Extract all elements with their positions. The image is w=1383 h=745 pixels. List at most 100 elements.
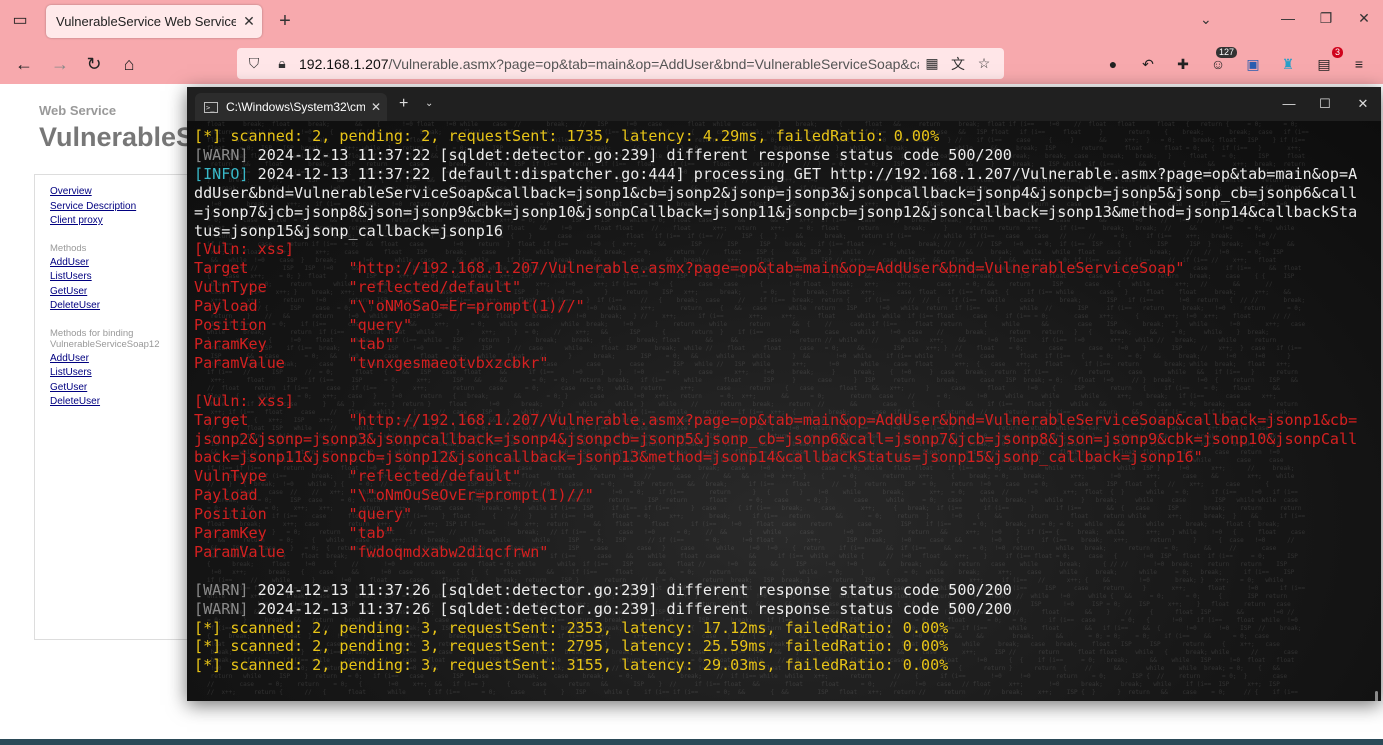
back-icon[interactable]: ← [12, 52, 36, 76]
terminal-line: Payload "\"oNMoSaO=Er=prompt(1)//" [194, 297, 1364, 316]
terminal-scrollbar[interactable] [1375, 691, 1378, 701]
terminal-line: Position "query" [194, 505, 1364, 524]
terminal-line-segment [194, 373, 203, 391]
terminal-line: Target "http://192.168.1.207/Vulnerable.… [194, 411, 1364, 468]
terminal-line-segment: 2024-12-13 11:37:22 [default:dispatcher.… [194, 164, 1358, 240]
shield-icon[interactable]: ⛉ [243, 55, 265, 72]
terminal-line-segment: [*] scanned: 2, pending: 3, requestSent:… [194, 637, 949, 656]
terminal-line: Target "http://192.168.1.207/Vulnerable.… [194, 259, 1364, 278]
binding-adduser-link[interactable]: AddUser [50, 352, 210, 367]
new-terminal-tab-icon[interactable]: + [399, 95, 408, 113]
menu-icon[interactable]: ≡ [1348, 53, 1370, 75]
terminal-line-segment: ParamValue "tvnxgesmaeotvbxzcbkr" [194, 353, 549, 372]
browser-tab-title: VulnerableService Web Service [56, 14, 236, 29]
qr-code-icon[interactable]: ▦ [919, 55, 945, 72]
terminal-line: [WARN] 2024-12-13 11:37:26 [sqldet:detec… [194, 600, 1364, 619]
terminal-line: [*] scanned: 2, pending: 3, requestSent:… [194, 619, 1364, 638]
binding-getuser-link[interactable]: GetUser [50, 381, 210, 396]
restore-icon[interactable]: ❐ [1316, 10, 1336, 27]
minimize-icon[interactable]: — [1278, 10, 1298, 26]
tab-panel-icon[interactable]: ▭ [8, 9, 32, 33]
terminal-line-segment: 2024-12-13 11:37:26 [sqldet:detector.go:… [257, 580, 1012, 599]
terminal-title-bar[interactable]: >_ C:\Windows\System32\cmd.exe ✕ + ⌄ — ☐… [187, 87, 1381, 121]
terminal-line-segment: [WARN] [194, 599, 258, 618]
terminal-line-segment: [*] scanned: 2, pending: 3, requestSent:… [194, 656, 949, 675]
methods-label: Methods [50, 242, 87, 254]
terminal-line-segment: VulnType "reflected/default" [194, 467, 522, 486]
url-host: 192.168.1.207 [299, 55, 389, 72]
terminal-line: ParamValue "tvnxgesmaeotvbxzcbkr" [194, 354, 1364, 373]
home-icon[interactable]: ⌂ [117, 52, 141, 76]
cmd-icon: >_ [204, 101, 218, 113]
url-path: /Vulnerable.asmx?page=op&tab=main&op=Add… [388, 55, 919, 72]
terminal-line-segment: 2024-12-13 11:37:22 [sqldet:detector.go:… [257, 145, 1012, 164]
address-bar[interactable]: ⛉ 🔒︎ 192.168.1.207/Vulnerable.asmx?page=… [237, 48, 1004, 79]
binding-deleteuser-link[interactable]: DeleteUser [50, 395, 210, 410]
service-nav-panel: Overview Service Description Client prox… [34, 174, 196, 640]
terminal-line-segment: ParamKey "tab" [194, 334, 394, 353]
browser-tab-active[interactable]: VulnerableService Web Service ✕ [46, 5, 262, 38]
close-window-icon[interactable]: ✕ [1354, 10, 1374, 27]
reload-icon[interactable]: ↻ [82, 52, 106, 76]
binding-label: Methods for binding VulnerableServiceSoa… [50, 327, 160, 350]
cup-icon[interactable]: ♜ [1277, 53, 1299, 75]
terminal-line: [INFO] 2024-12-13 11:37:22 [default:disp… [194, 165, 1364, 241]
terminal-line-segment: Position "query" [194, 316, 413, 335]
chevron-down-icon[interactable]: ⌄ [1200, 11, 1212, 28]
extension-counter-icon[interactable]: ☺ 127 [1207, 47, 1237, 75]
client-proxy-link[interactable]: Client proxy [50, 214, 210, 229]
method-deleteuser-link[interactable]: DeleteUser [50, 299, 210, 314]
close-icon[interactable]: ✕ [365, 100, 387, 114]
terminal-line-segment: [WARN] [194, 580, 258, 599]
page-heading: Web Service [39, 103, 117, 118]
terminal-line: Position "query" [194, 316, 1364, 335]
browser-nav-bar: ← → ↻ ⌂ ⛉ 🔒︎ 192.168.1.207/Vulnerable.as… [0, 43, 1383, 84]
chevron-down-icon[interactable]: ⌄ [425, 98, 433, 109]
terminal-line-segment: ParamValue "fwdoqmdxabw2diqcfrwn" [194, 542, 549, 561]
minimize-icon[interactable]: — [1279, 96, 1299, 111]
terminal-window[interactable]: >_ C:\Windows\System32\cmd.exe ✕ + ⌄ — ☐… [187, 87, 1381, 701]
url-input[interactable]: 192.168.1.207/Vulnerable.asmx?page=op&ta… [299, 56, 919, 72]
terminal-line: Payload "\"oNmOuSeOvEr=prompt(1)//" [194, 486, 1364, 505]
terminal-line: [*] scanned: 2, pending: 3, requestSent:… [194, 637, 1364, 656]
terminal-line-segment: VulnType "reflected/default" [194, 278, 522, 297]
terminal-line-segment: Target "http://192.168.1.207/Vulnerable.… [194, 410, 1358, 467]
bookmark-star-icon[interactable]: ☆ [971, 55, 997, 72]
browser-tab-bar: ▭ VulnerableService Web Service ✕ + ⌄ — … [0, 0, 1383, 43]
terminal-line: ParamKey "tab" [194, 524, 1364, 543]
terminal-line-segment: [*] scanned: 2, pending: 3, requestSent:… [194, 618, 949, 637]
notification-icon[interactable]: ▤ 3 [1313, 47, 1343, 75]
maximize-icon[interactable]: ☐ [1315, 96, 1335, 112]
close-window-icon[interactable]: ✕ [1353, 96, 1373, 112]
terminal-line: VulnType "reflected/default" [194, 278, 1364, 297]
terminal-line-segment: [INFO] [194, 164, 258, 183]
lock-icon[interactable]: 🔒︎ [271, 55, 293, 72]
terminal-line: ParamValue "fwdoqmdxabw2diqcfrwn" [194, 543, 1364, 562]
terminal-line-segment: [*] scanned: 2, pending: 2, requestSent:… [194, 127, 940, 145]
terminal-line: [WARN] 2024-12-13 11:37:26 [sqldet:detec… [194, 581, 1364, 600]
service-description-link[interactable]: Service Description [50, 200, 210, 215]
terminal-tab[interactable]: >_ C:\Windows\System32\cmd.exe ✕ [195, 93, 387, 121]
terminal-line: VulnType "reflected/default" [194, 467, 1364, 486]
new-tab-button[interactable]: + [274, 9, 296, 33]
method-listusers-link[interactable]: ListUsers [50, 270, 210, 285]
terminal-line-segment: [Vuln: xss] [194, 240, 294, 259]
terminal-output[interactable]: float break; float break; && { !=0 float… [187, 121, 1381, 701]
save-icon[interactable]: ▣ [1242, 53, 1264, 75]
binding-listusers-link[interactable]: ListUsers [50, 366, 210, 381]
terminal-line-segment: Position "query" [194, 505, 413, 524]
method-getuser-link[interactable]: GetUser [50, 285, 210, 300]
undo-icon[interactable]: ↶ [1137, 53, 1159, 75]
forward-icon[interactable]: → [48, 52, 72, 76]
terminal-line [194, 562, 1364, 581]
method-adduser-link[interactable]: AddUser [50, 256, 210, 271]
extensions-puzzle-icon[interactable]: ✚ [1172, 53, 1194, 75]
overview-link[interactable]: Overview [50, 185, 210, 200]
terminal-line-segment: [WARN] [194, 145, 258, 164]
translate-icon[interactable]: 文 [945, 54, 971, 74]
close-icon[interactable]: ✕ [236, 13, 262, 30]
terminal-line: [WARN] 2024-12-13 11:37:22 [sqldet:detec… [194, 146, 1364, 165]
terminal-line-segment: Target "http://192.168.1.207/Vulnerable.… [194, 259, 1185, 278]
extension-badge: 127 [1215, 47, 1237, 58]
extension-dot-icon[interactable]: ● [1102, 53, 1124, 75]
